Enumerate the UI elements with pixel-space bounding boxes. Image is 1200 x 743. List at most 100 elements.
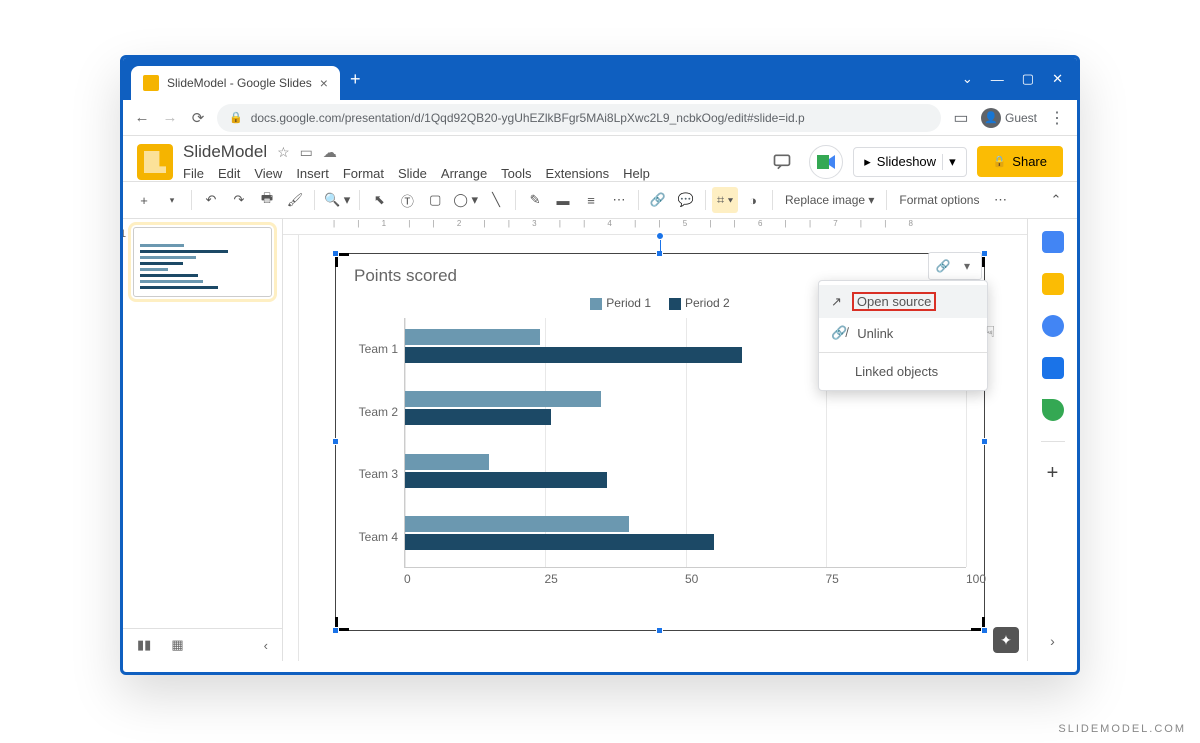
chevron-down-icon[interactable]: ▾ — [955, 255, 979, 277]
app-header: SlideModel ☆ ▭ ☁ File Edit View Insert F… — [123, 136, 1077, 181]
replace-image-button[interactable]: Replace image ▾ — [779, 193, 880, 207]
menu-format[interactable]: Format — [343, 166, 384, 181]
account-chevron-icon[interactable]: ⌄ — [962, 71, 973, 87]
resize-handle[interactable] — [332, 438, 339, 445]
thumbnail-panel: 1 ▮▮ ▦ ‹ — [123, 219, 283, 661]
resize-handle[interactable] — [656, 627, 663, 634]
zoom-button[interactable]: 🔍 ▾ — [321, 187, 353, 213]
contacts-icon[interactable] — [1042, 357, 1064, 379]
y-axis-labels: Team 1Team 2Team 3Team 4 — [354, 318, 404, 568]
forward-button[interactable]: → — [161, 109, 179, 126]
menu-slide[interactable]: Slide — [398, 166, 427, 181]
collapse-toolbar-button[interactable]: ⌃ — [1043, 187, 1069, 213]
canvas[interactable]: | | 1 | | 2 | | 3 | | 4 | | 5 | | 6 | | … — [283, 219, 1027, 661]
resize-handle[interactable] — [981, 627, 988, 634]
link-icon[interactable]: 🔗 — [931, 255, 955, 277]
menu-file[interactable]: File — [183, 166, 204, 181]
undo-button[interactable]: ↶ — [198, 187, 224, 213]
new-tab-button[interactable]: + — [350, 69, 361, 90]
reload-button[interactable]: ⟳ — [189, 109, 207, 127]
print-button[interactable]: 🖶 — [254, 187, 280, 213]
redo-button[interactable]: ↷ — [226, 187, 252, 213]
pen-tool[interactable]: ✎ — [522, 187, 548, 213]
resize-handle[interactable] — [981, 438, 988, 445]
explore-button[interactable]: ✦ — [993, 627, 1019, 653]
move-icon[interactable]: ▭ — [300, 144, 313, 161]
border-dash-button[interactable]: ⋯ — [606, 187, 632, 213]
line-tool[interactable]: ╲ — [483, 187, 509, 213]
meet-button[interactable] — [809, 145, 843, 179]
menu-extensions[interactable]: Extensions — [546, 166, 610, 181]
comments-button[interactable] — [765, 145, 799, 179]
back-button[interactable]: ← — [133, 109, 151, 126]
comment-icon — [772, 152, 792, 172]
filmstrip-view-icon[interactable]: ▮▮ — [137, 637, 151, 653]
profile-button[interactable]: 👤 Guest — [981, 108, 1037, 128]
new-slide-dropdown[interactable]: ▾ — [159, 187, 185, 213]
more-toolbar-button[interactable]: ⋯ — [987, 187, 1013, 213]
menu-tools[interactable]: Tools — [501, 166, 531, 181]
watermark: SLIDEMODEL.COM — [1058, 723, 1186, 735]
slides-logo-icon[interactable] — [137, 144, 173, 180]
slides-favicon-icon — [143, 75, 159, 91]
lock-icon: 🔒 — [993, 155, 1007, 168]
browser-menu-icon[interactable]: ⋮ — [1047, 108, 1067, 128]
install-app-icon[interactable]: ▭ — [951, 108, 971, 128]
slide-thumbnail[interactable]: 1 — [133, 227, 272, 297]
slideshow-button[interactable]: ▸ Slideshow ▾ — [853, 147, 966, 177]
star-icon[interactable]: ☆ — [277, 144, 290, 161]
border-weight-button[interactable]: ≡ — [578, 187, 604, 213]
maximize-button[interactable]: ▢ — [1022, 71, 1034, 87]
tasks-icon[interactable] — [1042, 315, 1064, 337]
mask-button[interactable]: ◑ — [740, 187, 766, 213]
hide-side-panel-button[interactable]: › — [1050, 633, 1055, 649]
format-options-button[interactable]: Format options — [893, 193, 985, 207]
comment-button[interactable]: 💬 — [673, 187, 699, 213]
unlink-label: Unlink — [857, 326, 893, 341]
border-color-button[interactable]: ▬ — [550, 187, 576, 213]
shape-tool[interactable]: ◯ ▾ — [450, 187, 481, 213]
unlink-icon: 🔗̸ — [831, 325, 847, 341]
calendar-icon[interactable] — [1042, 231, 1064, 253]
textbox-tool[interactable]: Ⓣ — [394, 187, 420, 213]
menu-help[interactable]: Help — [623, 166, 650, 181]
menu-insert[interactable]: Insert — [296, 166, 329, 181]
keep-icon[interactable] — [1042, 273, 1064, 295]
image-tool[interactable]: ▢ — [422, 187, 448, 213]
grid-view-icon[interactable]: ▦ — [171, 637, 183, 653]
rotate-handle[interactable] — [656, 232, 664, 240]
cloud-saved-icon[interactable]: ☁ — [323, 144, 337, 161]
guest-label: Guest — [1005, 111, 1037, 125]
menu-edit[interactable]: Edit — [218, 166, 240, 181]
url-text: docs.google.com/presentation/d/1Qqd92QB2… — [251, 111, 805, 125]
menu-open-source[interactable]: ↗ Open source — [819, 285, 987, 318]
linked-chart-toolbar: 🔗 ▾ — [928, 252, 982, 280]
close-window-button[interactable]: ✕ — [1052, 71, 1063, 87]
crop-button[interactable]: ⌗ ▾ — [712, 187, 738, 213]
new-slide-button[interactable]: + — [131, 187, 157, 213]
browser-tab[interactable]: SlideModel - Google Slides × — [131, 66, 340, 100]
resize-handle[interactable] — [332, 250, 339, 257]
resize-handle[interactable] — [981, 250, 988, 257]
link-button[interactable]: 🔗 — [645, 187, 671, 213]
share-button[interactable]: 🔒 Share — [977, 146, 1063, 177]
window-titlebar: SlideModel - Google Slides × + ⌄ — ▢ ✕ — [123, 58, 1077, 100]
url-field[interactable]: 🔒 docs.google.com/presentation/d/1Qqd92Q… — [217, 104, 941, 132]
tab-title: SlideModel - Google Slides — [167, 76, 312, 90]
menu-arrange[interactable]: Arrange — [441, 166, 487, 181]
add-addon-button[interactable]: + — [1047, 462, 1059, 485]
thumb-collapse-icon[interactable]: ‹ — [264, 638, 268, 653]
menu-unlink[interactable]: 🔗̸ Unlink — [819, 318, 987, 348]
chart-object[interactable]: 🔗 ▾ ↗ Open source 🔗̸ Unlink — [335, 253, 985, 631]
resize-handle[interactable] — [332, 627, 339, 634]
side-panel: + › — [1027, 219, 1077, 661]
document-title[interactable]: SlideModel — [183, 142, 267, 162]
minimize-button[interactable]: — — [991, 72, 1004, 87]
maps-icon[interactable] — [1042, 399, 1064, 421]
chevron-down-icon[interactable]: ▾ — [942, 154, 956, 170]
close-tab-icon[interactable]: × — [320, 75, 328, 91]
menu-linked-objects[interactable]: Linked objects — [819, 357, 987, 386]
select-tool[interactable]: ⬉ — [366, 187, 392, 213]
paint-format-button[interactable]: 🖌 — [282, 187, 308, 213]
menu-view[interactable]: View — [254, 166, 282, 181]
